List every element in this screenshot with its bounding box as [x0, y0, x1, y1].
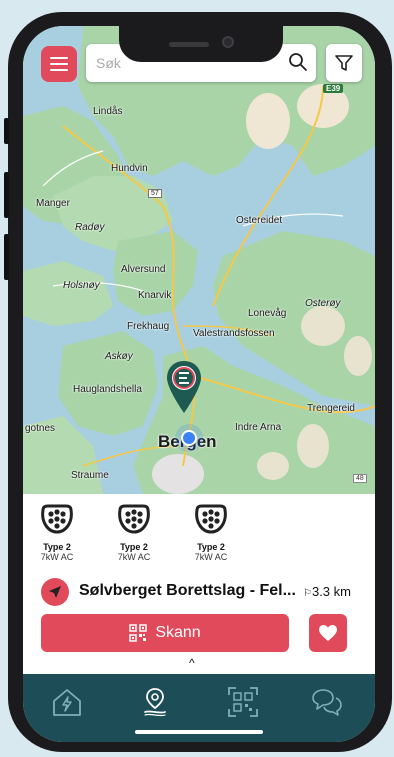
favorite-button[interactable]	[309, 614, 347, 652]
station-distance: ⚐3.3 km	[303, 584, 351, 599]
place-label-holsnoy: Holsnøy	[63, 280, 100, 291]
notch-speaker	[169, 42, 209, 47]
heart-icon	[319, 625, 337, 641]
user-location-dot	[181, 430, 197, 446]
connector-list: Type 2 7kW AC Type 2 7kW AC Type 2 7kW A…	[39, 504, 229, 562]
connector-power: 7kW AC	[194, 552, 228, 562]
phone-notch	[119, 26, 283, 62]
map-view[interactable]	[23, 26, 375, 494]
phone-volume-up	[4, 172, 9, 218]
connector-type: Type 2	[120, 542, 148, 552]
place-label-lindas: Lindås	[93, 106, 123, 117]
connector-item[interactable]: Type 2 7kW AC	[116, 504, 152, 562]
place-label-gotnes: gotnes	[25, 423, 56, 434]
qr-code-icon	[129, 624, 148, 642]
tab-map-route[interactable]	[135, 682, 175, 722]
type2-plug-icon	[195, 504, 227, 534]
charger-marker[interactable]	[165, 359, 203, 415]
connector-power: 7kW AC	[40, 552, 74, 562]
place-label-alversund: Alversund	[121, 264, 166, 275]
type2-plug-icon	[41, 504, 73, 534]
place-label-osteroy: Osterøy	[305, 298, 341, 309]
station-name: Sølvberget Borettslag - Fel...	[79, 582, 296, 599]
place-label-valestrandsfossen: Valestrandsfossen	[193, 328, 275, 339]
scan-button[interactable]: Skann	[41, 614, 289, 652]
distance-value: 3.3 km	[311, 584, 351, 599]
search-placeholder: Søk	[96, 55, 121, 71]
menu-button[interactable]	[41, 46, 77, 82]
road-badge-57: 57	[148, 189, 162, 198]
connector-type: Type 2	[197, 542, 225, 552]
place-label-lonevag: Lonevåg	[248, 308, 287, 319]
place-label-indre-arna: Indre Arna	[235, 422, 282, 433]
station-panel: Type 2 7kW AC Type 2 7kW AC Type 2 7kW A…	[23, 494, 375, 674]
flag-icon: ⚐	[303, 588, 312, 599]
tab-chat[interactable]	[307, 682, 347, 722]
home-charging-icon	[53, 689, 81, 716]
connector-item[interactable]: Type 2 7kW AC	[193, 504, 229, 562]
notch-camera	[222, 36, 234, 48]
filter-button[interactable]	[326, 44, 362, 82]
qr-scanner-icon	[228, 687, 258, 717]
navigation-arrow-icon	[49, 586, 61, 598]
place-label-hundvin: Hundvin	[111, 163, 148, 174]
navigate-button[interactable]	[41, 578, 69, 606]
location-route-icon	[144, 688, 166, 717]
connector-type: Type 2	[43, 542, 71, 552]
place-label-knarvik: Knarvik	[138, 290, 172, 301]
road-badge-48: 48	[353, 474, 367, 483]
phone-side-button	[4, 118, 9, 144]
place-label-trengereid: Trengereid	[307, 403, 355, 414]
place-label-straume: Straume	[71, 470, 109, 481]
place-label-ostereidet: Ostereidet	[236, 215, 283, 226]
expand-chevron-icon[interactable]: ^	[189, 656, 195, 670]
tab-home[interactable]	[47, 682, 87, 722]
app-screen: 57 E39 48 Lindås Hundvin Manger Radøy Os…	[23, 26, 375, 742]
scan-label: Skann	[155, 624, 201, 641]
station-row[interactable]: Sølvberget Borettslag - Fel... ⚐3.3 km	[41, 578, 361, 606]
type2-plug-icon	[118, 504, 150, 534]
hamburger-icon	[50, 57, 68, 71]
connector-power: 7kW AC	[117, 552, 151, 562]
connector-item[interactable]: Type 2 7kW AC	[39, 504, 75, 562]
home-indicator	[135, 730, 263, 734]
place-label-manger: Manger	[36, 198, 70, 209]
tab-scan[interactable]	[223, 682, 263, 722]
search-icon[interactable]	[288, 52, 308, 72]
place-label-askoy: Askøy	[105, 351, 133, 362]
place-label-hauglandshella: Hauglandshella	[73, 384, 142, 395]
place-label-frekhaug: Frekhaug	[127, 321, 170, 332]
chat-bubbles-icon	[312, 689, 342, 716]
phone-volume-down	[4, 234, 9, 280]
place-label-radoy: Radøy	[75, 222, 105, 233]
road-badge-e39: E39	[323, 84, 344, 93]
filter-icon	[335, 55, 353, 71]
